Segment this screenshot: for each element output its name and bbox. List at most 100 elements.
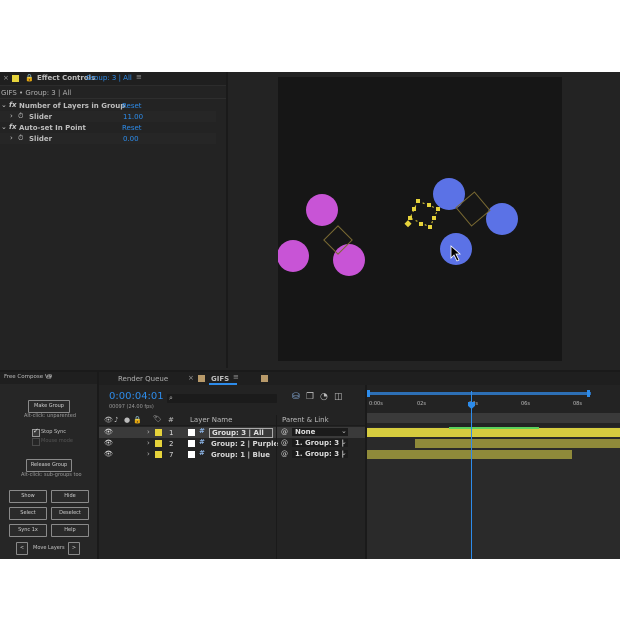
layer-name[interactable]: Group: 2 | Purple bbox=[211, 440, 278, 448]
layer-label-color[interactable] bbox=[155, 451, 162, 458]
work-area-bar[interactable] bbox=[367, 392, 591, 395]
pick-whip-icon[interactable]: @ bbox=[281, 428, 288, 436]
cache-indicator bbox=[449, 427, 539, 429]
timeline-panel: Render Queue × GIFS ≡ 0:00:04:01 00097 (… bbox=[99, 372, 620, 559]
mouse-mode-checkbox[interactable] bbox=[32, 438, 40, 446]
stop-sync-checkbox[interactable]: ✓ bbox=[32, 427, 40, 437]
shape-layer-icon: # bbox=[199, 427, 205, 435]
ruler-label: 06s bbox=[521, 401, 530, 407]
eye-icon[interactable]: 👁 bbox=[104, 450, 113, 458]
expand-chevron-icon[interactable]: › bbox=[10, 112, 13, 120]
draft-3d-icon[interactable]: ❐ bbox=[306, 392, 314, 402]
purple-circle[interactable] bbox=[333, 244, 365, 276]
layer-name[interactable]: Group: 3 | All bbox=[209, 428, 273, 438]
visibility-column-icon: 👁 bbox=[104, 416, 113, 424]
parent-dropdown[interactable]: 1. Group: 3 | ⌄ bbox=[292, 438, 348, 447]
shape-layer-icon: # bbox=[199, 438, 205, 446]
expand-chevron-icon[interactable]: › bbox=[10, 134, 13, 142]
help-button[interactable]: Help bbox=[51, 524, 89, 537]
deselect-button[interactable]: Deselect bbox=[51, 507, 89, 520]
blue-circle[interactable] bbox=[440, 233, 472, 265]
lock-icon[interactable]: 🔒 bbox=[25, 74, 34, 82]
eye-icon[interactable]: 👁 bbox=[104, 439, 113, 447]
checkmark-icon: ✓ bbox=[33, 427, 39, 435]
layer-name-header[interactable]: Layer Name bbox=[190, 416, 232, 424]
fx-icon[interactable]: fx bbox=[9, 101, 17, 109]
effect-row-number-of-layers[interactable]: ⌄ fx Number of Layers in Group Reset bbox=[0, 100, 216, 111]
label-column-icon: 🏷 bbox=[153, 415, 162, 423]
layer-name[interactable]: Group: 1 | Blue bbox=[211, 451, 270, 459]
layer-row-7[interactable]: 👁 › 7 # Group: 1 | Blue @ 1. Group: 3 | … bbox=[99, 449, 365, 460]
expand-layer-icon[interactable]: › bbox=[147, 439, 150, 447]
make-group-button[interactable]: Make Group bbox=[28, 400, 70, 413]
parent-value: None bbox=[295, 428, 316, 436]
current-timecode[interactable]: 0:00:04:01 bbox=[109, 391, 164, 402]
parent-value: 1. Group: 3 | bbox=[295, 450, 345, 458]
layer-bar-7[interactable] bbox=[367, 450, 572, 459]
move-layers-prev-button[interactable]: < bbox=[16, 542, 28, 555]
composition-canvas[interactable] bbox=[277, 77, 562, 361]
expand-layer-icon[interactable]: › bbox=[147, 428, 150, 436]
layer-label-color[interactable] bbox=[155, 440, 162, 447]
effect-row-auto-set-in-point[interactable]: ⌄ fx Auto-set In Point Reset bbox=[0, 122, 216, 133]
bottom-panels: Free Compose V9 ≡ Make Group Alt-click: … bbox=[0, 370, 620, 559]
select-button[interactable]: Select bbox=[9, 507, 47, 520]
reset-link[interactable]: Reset bbox=[122, 124, 142, 132]
active-tab-underline bbox=[209, 383, 237, 385]
blue-circle[interactable] bbox=[433, 178, 465, 210]
shape-layer-icon: # bbox=[199, 449, 205, 457]
stopwatch-icon[interactable]: ⏱ bbox=[18, 112, 23, 121]
slider-value[interactable]: 11.00 bbox=[123, 113, 143, 121]
pick-whip-icon[interactable]: @ bbox=[281, 439, 288, 447]
panel-menu-icon[interactable]: ≡ bbox=[233, 373, 239, 381]
collapse-chevron-icon[interactable]: ⌄ bbox=[1, 123, 7, 131]
playhead-line[interactable] bbox=[471, 391, 472, 559]
layer-label-color[interactable] bbox=[155, 429, 162, 436]
reset-link[interactable]: Reset bbox=[122, 102, 142, 110]
script-panel-title[interactable]: Free Compose V9 bbox=[4, 374, 52, 380]
timeline-switches: ⛁ ❐ ◔ ◫ bbox=[288, 392, 358, 403]
stopwatch-icon[interactable]: ⏱ bbox=[18, 134, 23, 143]
make-group-hint: Alt-click: unparented bbox=[24, 413, 76, 419]
slider-value[interactable]: 0.00 bbox=[123, 135, 139, 143]
layer-bar-1[interactable] bbox=[367, 428, 620, 437]
collapse-chevron-icon[interactable]: ⌄ bbox=[1, 101, 7, 109]
work-area-start-handle[interactable] bbox=[367, 390, 370, 397]
pick-whip-icon[interactable]: @ bbox=[281, 450, 288, 458]
panel-menu-icon[interactable]: ≡ bbox=[46, 373, 52, 381]
tab-gifs[interactable]: GIFS bbox=[211, 375, 229, 383]
timeline-search-input[interactable]: ⌕ bbox=[167, 394, 277, 403]
work-area-end-handle[interactable] bbox=[587, 390, 590, 397]
effect-name: Auto-set In Point bbox=[19, 124, 86, 132]
show-button[interactable]: Show bbox=[9, 490, 47, 503]
layer-bar-2[interactable] bbox=[415, 439, 620, 448]
close-panel-icon[interactable]: × bbox=[3, 74, 9, 82]
move-layers-label: Move Layers bbox=[33, 545, 65, 551]
comp-flowchart-icon[interactable]: ⛁ bbox=[292, 392, 300, 402]
parent-dropdown[interactable]: 1. Group: 3 | ⌄ bbox=[292, 449, 348, 458]
layer-number: 2 bbox=[169, 440, 174, 448]
effect-controls-layer-name: Group: 3 | All bbox=[86, 74, 132, 82]
close-tab-icon[interactable]: × bbox=[188, 374, 194, 382]
layer-row-2[interactable]: 👁 › 2 # Group: 2 | Purple @ 1. Group: 3 … bbox=[99, 438, 365, 449]
hide-button[interactable]: Hide bbox=[51, 490, 89, 503]
tab-render-queue[interactable]: Render Queue bbox=[118, 375, 168, 383]
sync-1x-button[interactable]: Sync 1x bbox=[9, 524, 47, 537]
layer-row-1[interactable]: 👁 › 1 # Group: 3 | All @ None ⌄ bbox=[99, 427, 365, 438]
move-layers-next-button[interactable]: > bbox=[68, 542, 80, 555]
parent-dropdown[interactable]: None ⌄ bbox=[292, 427, 348, 436]
script-panel-tabbar: Free Compose V9 ≡ bbox=[0, 372, 97, 384]
time-ruler-area[interactable]: 0:00s 02s 04s 06s 08s bbox=[367, 385, 620, 427]
blue-circle[interactable] bbox=[486, 203, 518, 235]
fx-icon[interactable]: fx bbox=[9, 123, 17, 131]
parent-link-header[interactable]: Parent & Link bbox=[282, 416, 329, 424]
selected-null-handles[interactable] bbox=[404, 199, 440, 229]
purple-circle[interactable] bbox=[306, 194, 338, 226]
graph-editor-icon[interactable]: ◫ bbox=[334, 392, 343, 402]
eye-icon[interactable]: 👁 bbox=[104, 428, 113, 436]
panel-menu-icon[interactable]: ≡ bbox=[136, 73, 142, 81]
motion-blur-icon[interactable]: ◔ bbox=[320, 392, 328, 402]
release-group-button[interactable]: Release Group bbox=[26, 459, 72, 472]
purple-circle[interactable] bbox=[277, 240, 309, 272]
expand-layer-icon[interactable]: › bbox=[147, 450, 150, 458]
